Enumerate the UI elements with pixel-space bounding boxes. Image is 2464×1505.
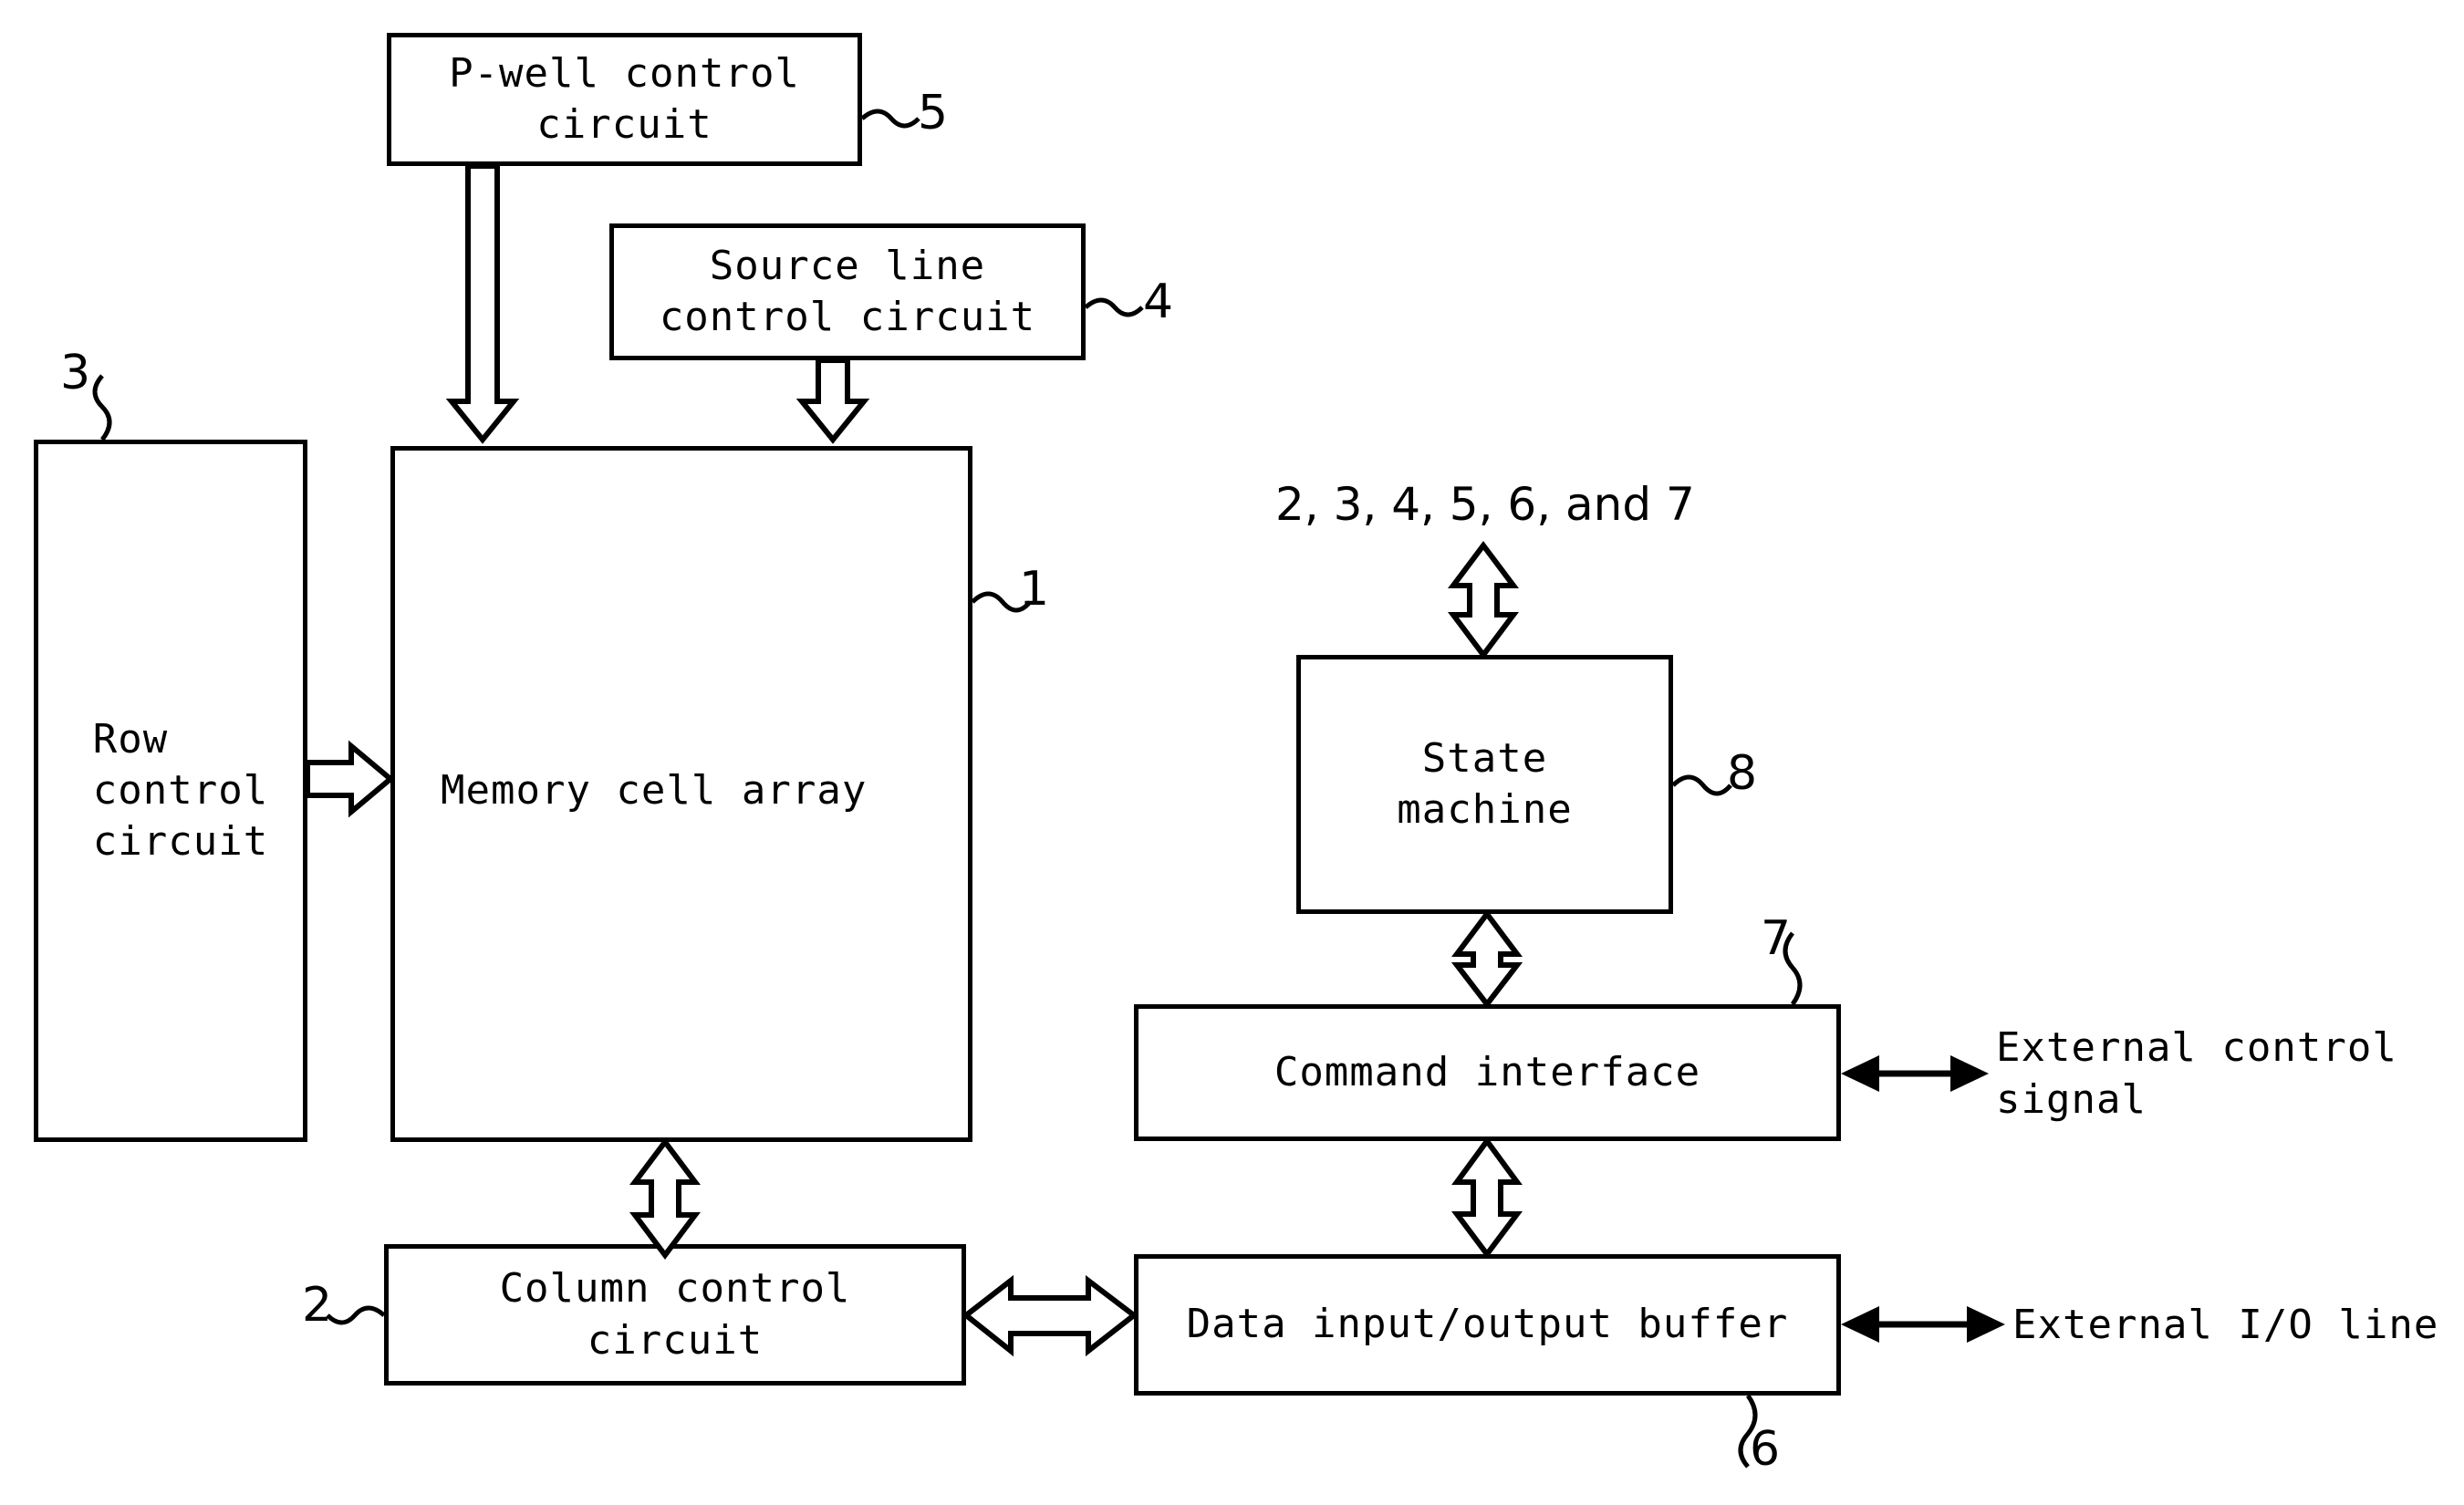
ref-number-5: 5 <box>918 86 949 140</box>
ref-number-1: 1 <box>1019 562 1050 617</box>
block-row-control-circuit-label: Row control circuit <box>92 715 269 866</box>
block-memory-cell-array-label: Memory cell array <box>441 767 868 814</box>
block-p-well-control-circuit[interactable]: P-well control circuit <box>387 33 862 166</box>
arrow-external-io-line <box>1841 1306 2005 1343</box>
ref-number-4: 4 <box>1143 275 1174 329</box>
block-arrow-rowcontrol-to-array <box>305 740 395 818</box>
ref-number-6: 6 <box>1750 1422 1781 1477</box>
external-control-signal-label: External control signal <box>1996 1024 2397 1124</box>
leader-line-2 <box>326 1305 386 1325</box>
block-command-interface-label: Command interface <box>1274 1048 1701 1095</box>
block-arrow-sourceline-to-array <box>795 358 870 444</box>
block-arrow-column-to-buffer <box>962 1274 1138 1357</box>
block-command-interface[interactable]: Command interface <box>1134 1004 1841 1141</box>
ref-number-7: 7 <box>1761 911 1792 966</box>
block-state-machine[interactable]: State machine <box>1296 655 1673 914</box>
state-machine-targets-label: 2, 3, 4, 5, 6, and 7 <box>1275 478 1695 531</box>
block-p-well-control-circuit-label: P-well control circuit <box>449 49 800 148</box>
ref-number-3: 3 <box>60 346 91 400</box>
block-column-control-circuit-label: Column control circuit <box>499 1265 851 1364</box>
block-arrow-buffer-to-command <box>1451 1136 1523 1259</box>
block-arrow-pwell-to-array <box>445 163 520 444</box>
block-state-machine-label: State machine <box>1397 734 1573 833</box>
leader-line-5 <box>860 109 920 129</box>
block-source-line-control-circuit-label: Source line control circuit <box>659 242 1036 340</box>
arrow-external-control-signal <box>1841 1055 1989 1092</box>
block-column-control-circuit[interactable]: Column control circuit <box>384 1244 966 1386</box>
ref-number-8: 8 <box>1727 746 1758 801</box>
figure-canvas: P-well control circuit 5 Source line con… <box>0 0 2464 1505</box>
block-source-line-control-circuit[interactable]: Source line control circuit <box>609 223 1086 360</box>
block-arrow-array-to-column <box>629 1137 701 1260</box>
block-data-input-output-buffer-label: Data input/output buffer <box>1186 1301 1789 1348</box>
block-memory-cell-array[interactable]: Memory cell array <box>390 446 972 1142</box>
ref-number-2: 2 <box>302 1278 333 1333</box>
leader-line-3 <box>92 374 112 441</box>
leader-line-4 <box>1084 297 1144 317</box>
block-arrow-state-to-targets <box>1448 541 1519 659</box>
external-io-line-label: External I/O line <box>2012 1302 2439 1348</box>
block-data-input-output-buffer[interactable]: Data input/output buffer <box>1134 1254 1841 1396</box>
leader-line-8 <box>1671 774 1732 796</box>
block-arrow-command-to-state <box>1450 909 1523 1009</box>
block-row-control-circuit[interactable]: Row control circuit <box>34 440 307 1142</box>
